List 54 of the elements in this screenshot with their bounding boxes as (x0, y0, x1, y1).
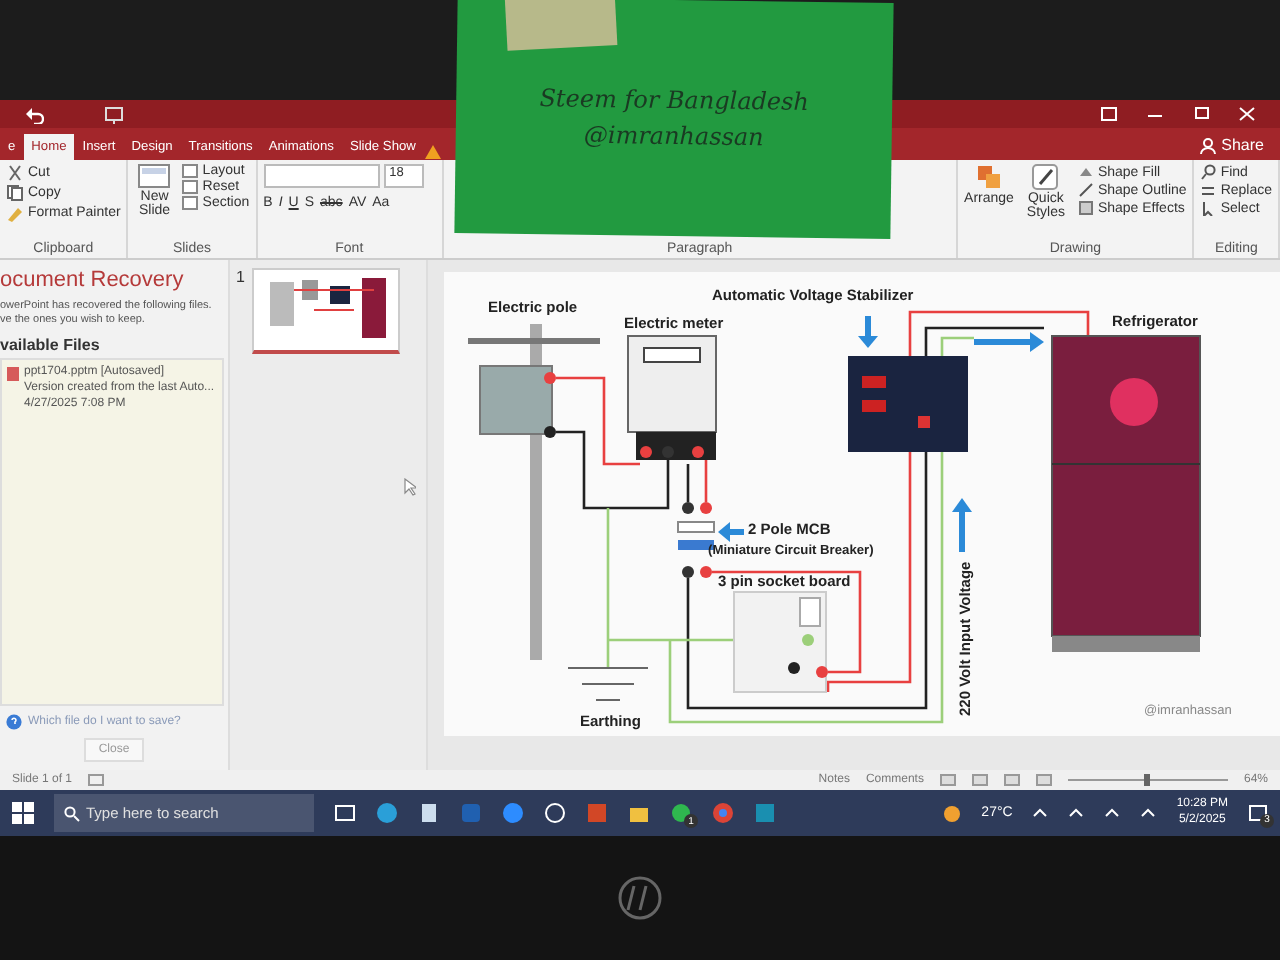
font-name-field[interactable] (263, 164, 380, 188)
paint-bucket-icon (1077, 164, 1094, 180)
square-icon (1077, 200, 1094, 216)
brush-icon (6, 204, 24, 222)
earth-symbol-icon (567, 667, 649, 701)
socket-board-drawing (733, 591, 828, 693)
slide-number: 1 (236, 268, 245, 286)
handwritten-text: Steem for Bangladesh (539, 84, 810, 116)
section-heading: vailable Files (0, 336, 102, 355)
slide-thumbnail[interactable] (252, 268, 401, 354)
windows-start-icon[interactable] (12, 802, 34, 824)
video-call-icon[interactable] (502, 802, 524, 824)
chevron-icon[interactable] (1032, 806, 1049, 820)
task-view-icon[interactable] (334, 802, 356, 824)
image-app-icon[interactable] (754, 802, 776, 824)
arrow-icon (974, 332, 1044, 352)
share-button[interactable]: Share (1183, 130, 1280, 160)
restore-ribbon-icon[interactable] (1100, 106, 1118, 122)
arrange-icon (975, 164, 1002, 190)
browser-icon[interactable] (376, 802, 398, 824)
close-icon[interactable] (1238, 106, 1256, 122)
cursor-icon (1200, 200, 1217, 216)
voltage-stabilizer-drawing (848, 356, 968, 452)
logo-icon (618, 876, 662, 920)
copy-icon (6, 184, 24, 202)
chat-icon[interactable] (670, 802, 692, 824)
person-icon (1199, 137, 1216, 153)
notepad-icon[interactable] (418, 802, 440, 824)
mouse-pointer-icon (404, 478, 417, 496)
maximize-icon[interactable] (1192, 106, 1210, 122)
help-icon (6, 714, 22, 730)
weather-icon[interactable] (941, 803, 962, 823)
file-icon (6, 366, 20, 383)
arrow-icon (858, 316, 878, 348)
chrome-icon[interactable] (712, 802, 734, 824)
arrow-icon (718, 522, 744, 542)
handwritten-text: @imranhassan (583, 120, 764, 152)
pencil-icon (1077, 182, 1094, 198)
search-icon (64, 806, 80, 822)
undo-icon[interactable] (24, 105, 44, 123)
notifications-icon[interactable] (1248, 803, 1268, 823)
wire-line (556, 376, 640, 466)
replace-icon (1200, 182, 1217, 198)
electric-meter-drawing (627, 335, 717, 460)
tape-strip (504, 0, 618, 51)
presenter-icon[interactable] (104, 105, 124, 123)
folder-icon[interactable] (628, 802, 650, 824)
zoom-slider-icon[interactable] (1067, 774, 1228, 786)
scissors-icon (6, 164, 24, 182)
aperture-icon[interactable] (544, 802, 566, 824)
search-icon (1200, 164, 1217, 180)
arrow-icon (952, 498, 972, 552)
pane-title: ocument Recovery (0, 268, 186, 292)
powerpoint-icon[interactable] (586, 802, 608, 824)
